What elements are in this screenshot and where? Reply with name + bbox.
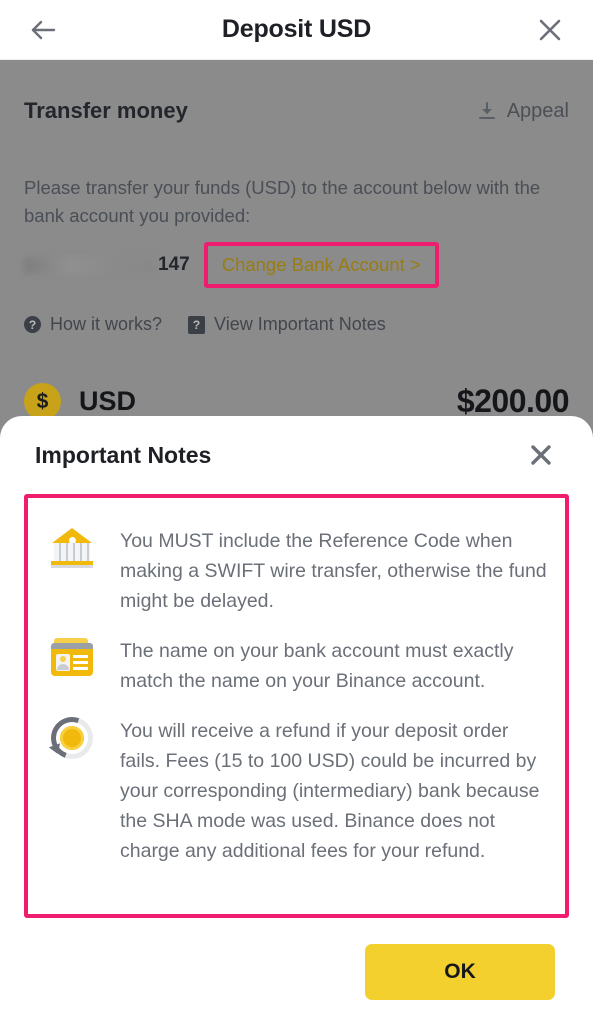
currency-label: USD xyxy=(79,386,137,416)
note-text: You will receive a refund if your deposi… xyxy=(120,720,540,862)
appeal-label: Appeal xyxy=(506,99,569,122)
help-links-row: ? How it works? ? View Important Notes xyxy=(24,314,569,335)
how-it-works-label: How it works? xyxy=(50,314,163,334)
page-title: Deposit USD xyxy=(221,15,372,43)
modal-close-button[interactable] xyxy=(524,438,558,472)
modal-footer: OK xyxy=(24,918,569,1000)
back-button[interactable] xyxy=(26,13,60,47)
transfer-instructions: Please transfer your funds (USD) to the … xyxy=(24,177,541,226)
note-text: You MUST include the Reference Code when… xyxy=(120,530,547,612)
arrow-left-icon xyxy=(31,20,56,39)
ok-button[interactable]: OK xyxy=(365,944,555,1000)
currency-amount-row: $ USD $200.00 xyxy=(24,383,570,420)
download-icon xyxy=(478,102,495,119)
deposit-amount: $200.00 xyxy=(456,383,570,419)
modal-title: Important Notes xyxy=(35,441,212,468)
modal-header: Important Notes xyxy=(24,416,569,494)
dollar-coin-icon: $ xyxy=(24,383,61,420)
view-important-notes-label: View Important Notes xyxy=(214,314,386,334)
how-it-works-link[interactable]: ? How it works? xyxy=(24,314,162,335)
bank-account-row: 147 Change Bank Account > xyxy=(24,242,569,288)
close-icon xyxy=(539,19,561,40)
bank-icon xyxy=(46,522,98,574)
id-card-icon xyxy=(46,632,98,684)
currency-group: $ USD xyxy=(24,383,136,420)
change-bank-account-button[interactable]: Change Bank Account > xyxy=(203,242,439,288)
deposit-usd-screen: Deposit USD Transfer money Appeal Please… xyxy=(0,0,593,1024)
list-item: You MUST include the Reference Code when… xyxy=(46,522,547,616)
list-item: You will receive a refund if your deposi… xyxy=(44,710,547,866)
app-header: Deposit USD xyxy=(0,0,593,60)
note-text: The name on your bank account must exact… xyxy=(120,640,514,692)
account-number-tail: 147 xyxy=(158,254,190,275)
masked-account-number xyxy=(24,256,154,274)
header-close-button[interactable] xyxy=(533,13,567,47)
important-notes-modal: Important Notes You MUST include the Ref… xyxy=(0,416,593,1024)
close-icon xyxy=(531,445,551,465)
transfer-money-title: Transfer money xyxy=(24,98,188,123)
notes-list: You MUST include the Reference Code when… xyxy=(24,494,569,918)
appeal-button[interactable]: Appeal xyxy=(477,100,569,123)
question-circle-icon: ? xyxy=(24,316,41,333)
list-item: The name on your bank account must exact… xyxy=(46,632,547,696)
refund-icon xyxy=(44,710,100,766)
transfer-header-row: Transfer money Appeal xyxy=(24,98,569,124)
change-bank-account-label: Change Bank Account > xyxy=(221,254,421,275)
view-important-notes-link[interactable]: ? View Important Notes xyxy=(188,314,386,335)
question-square-icon: ? xyxy=(188,315,206,334)
